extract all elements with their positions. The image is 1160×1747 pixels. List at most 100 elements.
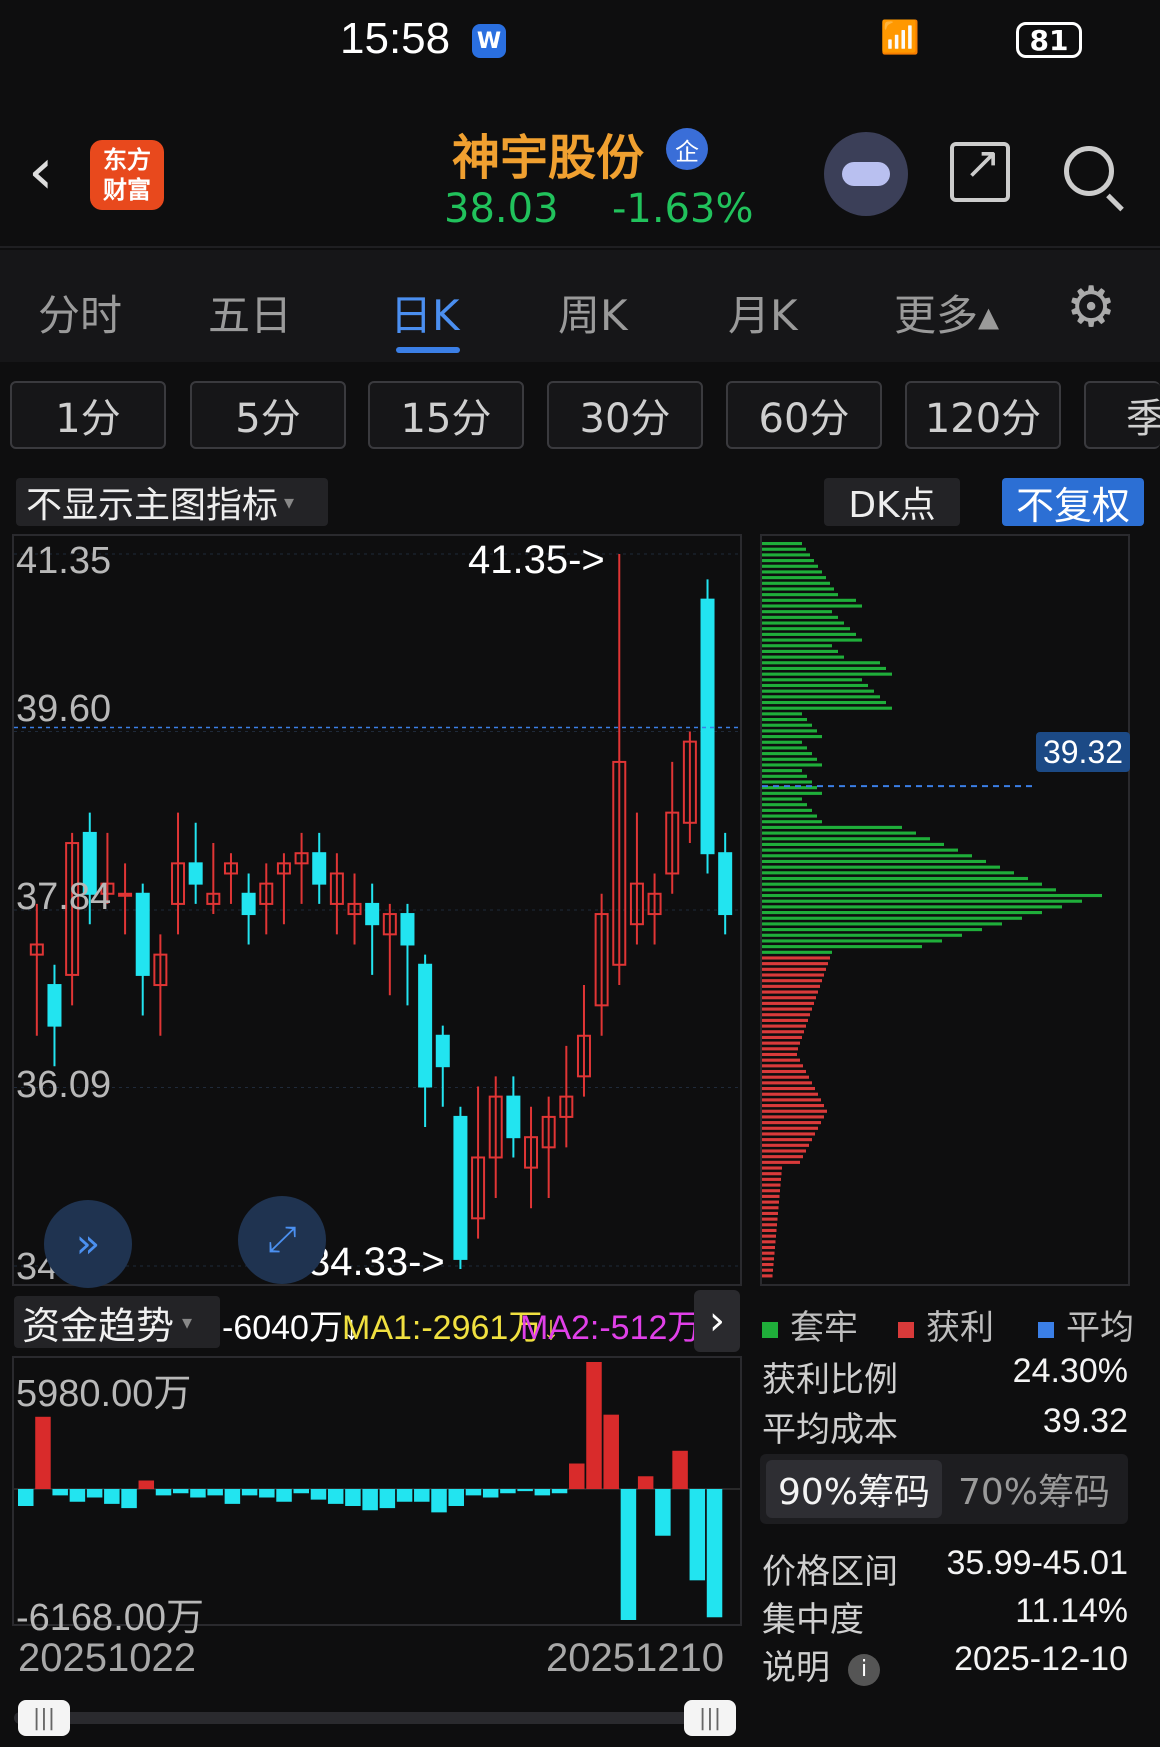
period-120min[interactable]: 120分	[905, 381, 1061, 449]
chip-bar	[762, 967, 826, 971]
chip-bar	[762, 689, 874, 693]
fullscreen-icon[interactable]: ⤢	[238, 1196, 326, 1284]
chip-bar	[762, 825, 902, 829]
tab-weekly-k[interactable]: 周K	[558, 282, 628, 343]
price-range-value: 35.99-45.01	[946, 1544, 1129, 1582]
dk-point-button[interactable]: DK点	[824, 478, 960, 526]
period-quarter[interactable]: 季	[1084, 381, 1160, 449]
profit-ratio-value: 24.30%	[1012, 1352, 1128, 1390]
chip-bar	[762, 1206, 779, 1210]
app-logo: 东方 财富	[90, 140, 164, 210]
flow-bar	[396, 1489, 413, 1502]
chip-bar	[762, 1211, 778, 1215]
main-indicator-label: 不显示主图指标	[26, 485, 279, 526]
flow-bar	[121, 1489, 137, 1509]
change-percent: -1.63%	[611, 186, 754, 232]
flow-bar	[241, 1489, 258, 1496]
chip-bar	[762, 1075, 809, 1079]
chip-bar	[762, 1121, 821, 1125]
chip-bar	[762, 820, 822, 824]
search-icon[interactable]	[1064, 146, 1114, 196]
scroll-handle-right[interactable]: |||	[684, 1700, 736, 1736]
candle-body	[365, 902, 380, 926]
period-30min[interactable]: 30分	[547, 381, 703, 449]
chip-bar	[762, 1262, 774, 1267]
logo-text-2: 财富	[103, 176, 151, 204]
expand-left-icon[interactable]: »	[44, 1200, 132, 1288]
period-1min[interactable]: 1分	[10, 381, 166, 449]
chip-bar	[762, 706, 892, 710]
flow-bar	[569, 1463, 585, 1490]
chip-bar	[762, 1092, 818, 1096]
chip-bar	[762, 1234, 776, 1238]
period-5min[interactable]: 5分	[190, 381, 346, 449]
start-date: 20251022	[18, 1636, 196, 1680]
low-price-marker: 34.33->	[308, 1240, 445, 1284]
end-date: 20251210	[546, 1636, 724, 1680]
info-icon[interactable]: i	[848, 1653, 880, 1686]
main-indicator-select[interactable]: 不显示主图指标 ▾	[16, 478, 328, 526]
chip-bar	[762, 893, 1102, 898]
assistant-robot-icon[interactable]	[824, 132, 908, 216]
chip-bar	[762, 593, 838, 597]
candle-body	[718, 852, 733, 916]
chip-bar	[762, 700, 886, 705]
battery-icon: 81	[1016, 22, 1082, 58]
flow-bar	[35, 1416, 51, 1490]
note-row[interactable]: 说明 i	[762, 1640, 880, 1689]
kline-chart-frame[interactable]	[12, 534, 742, 1286]
chip-bar	[762, 888, 1056, 892]
tab-five-day[interactable]: 五日	[208, 282, 292, 343]
chip-bar	[762, 1200, 779, 1204]
period-15min[interactable]: 15分	[368, 381, 524, 449]
flow-indicator-select[interactable]: 资金趋势 ▾	[14, 1296, 220, 1348]
flow-bar	[69, 1489, 86, 1502]
tab-intraday[interactable]: 分时	[38, 282, 122, 343]
chip-bar	[762, 990, 818, 994]
chip-bar	[762, 723, 812, 727]
chip-bar	[762, 547, 806, 551]
active-tab-indicator	[396, 347, 460, 353]
price-axis-label-3: 37.84	[16, 876, 112, 918]
flow-bar	[448, 1489, 464, 1506]
flow-bar	[551, 1489, 568, 1494]
tab-daily-k[interactable]: 日K	[390, 282, 460, 343]
flow-bar	[431, 1489, 447, 1513]
tab-90-chips[interactable]: 90%筹码	[766, 1460, 942, 1518]
tab-monthly-k[interactable]: 月K	[728, 282, 798, 343]
chip-bar	[762, 621, 844, 625]
chip-bar	[762, 1047, 798, 1051]
flow-bar	[465, 1489, 482, 1496]
period-60min[interactable]: 60分	[726, 381, 882, 449]
no-adjust-button[interactable]: 不复权	[1002, 478, 1144, 528]
stock-name[interactable]: 神宇股份	[452, 118, 644, 188]
chip-bar	[762, 1030, 804, 1034]
chip-bar	[762, 735, 822, 739]
chip-bar	[762, 854, 972, 858]
wifi-signal-icon: 📶	[880, 18, 924, 56]
scroll-handle-left[interactable]: |||	[18, 1700, 70, 1736]
chip-bar	[762, 939, 942, 943]
chip-bar	[762, 649, 838, 653]
chip-bar	[762, 559, 814, 563]
tab-more[interactable]: 更多▴	[894, 282, 999, 343]
chip-bar	[762, 695, 880, 699]
share-icon[interactable]	[950, 138, 1010, 202]
time-scrollbar[interactable]	[14, 1712, 734, 1724]
flow-bar	[534, 1489, 551, 1496]
flow-bar	[620, 1489, 637, 1620]
settings-gear-icon[interactable]: ⚙	[1066, 280, 1116, 336]
note-label: 说明	[762, 1648, 830, 1688]
chip-bar	[762, 876, 1028, 881]
legend-profit: 获利	[898, 1300, 994, 1349]
next-indicator-icon[interactable]: ›	[694, 1290, 740, 1352]
header-divider	[0, 246, 1160, 248]
chip-bar	[762, 615, 838, 619]
concentration-label: 集中度	[762, 1600, 864, 1640]
chip-bar	[762, 1035, 802, 1040]
tab-70-chips[interactable]: 70%筹码	[946, 1460, 1122, 1518]
chip-bar	[762, 882, 1042, 886]
chip-bar	[762, 1257, 774, 1261]
back-icon[interactable]: ‹	[28, 140, 54, 204]
chip-bar	[762, 916, 1022, 920]
